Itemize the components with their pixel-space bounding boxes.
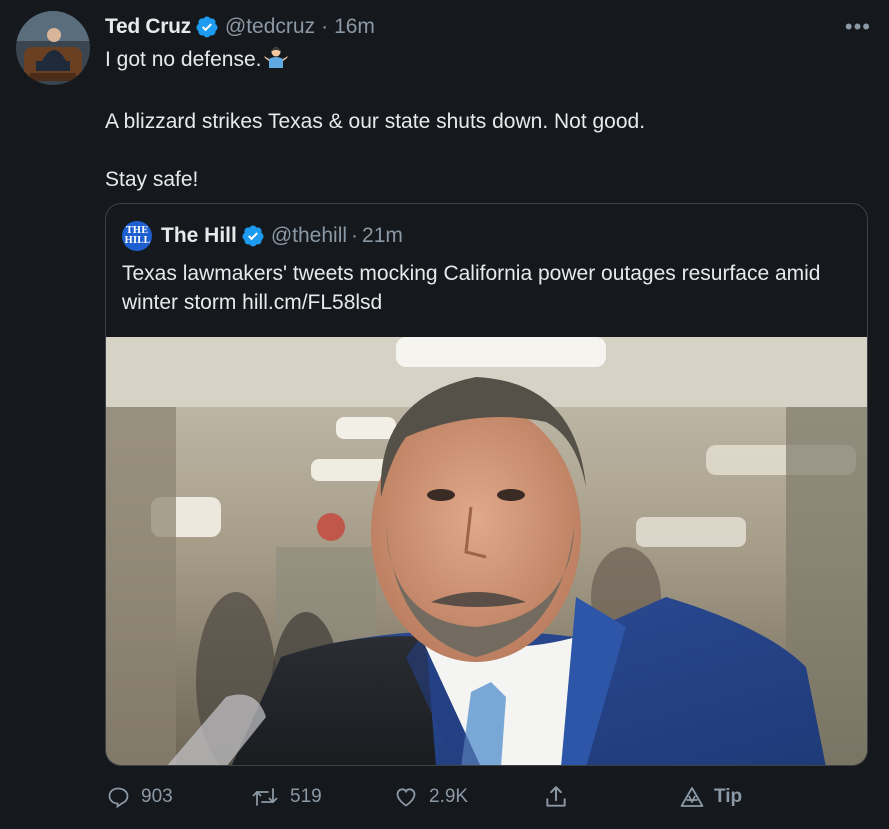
quoted-avatar[interactable]: THE HILL [122, 221, 152, 251]
tweet-line-2: A blizzard strikes Texas & our state shu… [105, 110, 646, 133]
tip-icon [680, 787, 704, 807]
verified-badge-icon [241, 224, 265, 248]
tweet-line-1: I got no defense. [105, 46, 865, 78]
tip-label: Tip [714, 786, 743, 807]
share-icon [546, 786, 566, 807]
tweet-card[interactable]: Ted Cruz @tedcruz · 16m ••• I got no def… [0, 0, 889, 829]
tweet-text: I got no defense. A blizzard strikes Tex… [105, 46, 865, 194]
like-button[interactable]: 2.9K [393, 780, 468, 814]
retweet-count: 519 [290, 786, 322, 807]
retweet-icon [252, 788, 278, 806]
tweet-line-3: Stay safe! [105, 168, 199, 191]
quoted-handle[interactable]: @thehill [271, 224, 347, 248]
verified-badge-icon [195, 15, 219, 39]
reply-button[interactable]: 903 [105, 780, 173, 814]
tweet-header: Ted Cruz @tedcruz · 16m ••• [105, 12, 871, 42]
tweet-timestamp[interactable]: 16m [334, 15, 375, 39]
quoted-tweet[interactable]: THE HILL The Hill @thehill · 21m Texas l… [105, 203, 868, 766]
author-name[interactable]: Ted Cruz [105, 15, 191, 39]
retweet-button[interactable]: 519 [250, 780, 322, 814]
quoted-header: THE HILL The Hill @thehill · 21m [122, 221, 403, 251]
man-shrugging-emoji-icon [263, 46, 289, 78]
action-bar: 903 519 2.9K Tip [105, 780, 765, 814]
quoted-timestamp[interactable]: 21m [362, 224, 403, 248]
tweet-line-1-text: I got no defense. [105, 48, 262, 71]
separator-dot: · [321, 15, 329, 38]
tip-button[interactable]: Tip [680, 780, 742, 814]
quoted-author-name[interactable]: The Hill [161, 224, 237, 248]
like-count: 2.9K [429, 786, 469, 807]
quoted-text: Texas lawmakers' tweets mocking Californ… [122, 262, 821, 314]
reply-count: 903 [141, 786, 173, 807]
avatar[interactable] [16, 11, 90, 85]
author-handle[interactable]: @tedcruz [225, 15, 315, 39]
separator-dot: · [351, 224, 359, 247]
heart-icon [396, 788, 416, 807]
more-options-icon[interactable]: ••• [845, 14, 871, 40]
share-button[interactable] [543, 780, 579, 814]
reply-icon [108, 787, 129, 809]
quoted-photo[interactable] [106, 337, 867, 765]
